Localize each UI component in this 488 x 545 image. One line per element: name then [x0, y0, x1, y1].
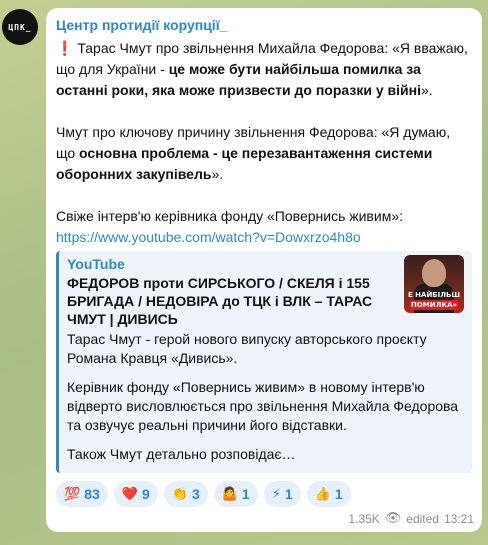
eye-icon: 👁 [384, 511, 402, 526]
paragraph-1: ❗ Тарас Чмут про звільнення Михайла Федо… [56, 40, 468, 98]
reaction-clap[interactable]: 👏 3 [163, 481, 208, 507]
reaction-thumbs-up[interactable]: 👍 1 [306, 481, 351, 507]
reaction-shrug[interactable]: 🤷 1 [213, 481, 258, 507]
message-text: ❗ Тарас Чмут про звільнення Михайла Федо… [56, 38, 472, 248]
message-meta: 1.35K 👁 edited 13:21 [348, 511, 474, 526]
message-time: 13:21 [443, 511, 474, 526]
exclamation-icon: ❗ [56, 40, 74, 56]
reaction-lightning[interactable]: ⚡ 1 [263, 481, 301, 507]
preview-title: ФЕДОРОВ проти СИРСЬКОГО / СКЕЛЯ і 155 БР… [67, 275, 373, 327]
paragraph-2: Чмут про ключову причину звільнення Федо… [56, 124, 451, 182]
hundred-icon: 💯 [64, 486, 81, 502]
channel-avatar[interactable]: ЦПК_ [2, 9, 38, 45]
clap-icon: 👏 [171, 486, 188, 502]
preview-description-1: Тарас Чмут - герой нового випуску авторс… [67, 331, 427, 366]
edited-label: edited [406, 511, 439, 526]
paragraph-3: Свіже інтерв'ю керівника фонду «Повернис… [56, 208, 403, 224]
thumbnail-caption-1: Е НАЙБІЛЬШ [407, 291, 461, 299]
heart-icon: ❤️ [121, 486, 138, 502]
channel-name[interactable]: Центр протидії корупції_ [56, 16, 472, 38]
thumbs-up-icon: 👍 [314, 486, 331, 502]
link-preview[interactable]: YouTube ФЕДОРОВ проти СИРСЬКОГО / СКЕЛЯ … [56, 251, 472, 473]
reactions-bar: 💯 83 ❤️ 9 👏 3 🤷 1 ⚡ 1 👍 1 [56, 481, 472, 507]
preview-description-3: Також Чмут детально розповідає… [67, 446, 296, 462]
reaction-heart[interactable]: ❤️ 9 [113, 481, 158, 507]
lightning-icon: ⚡ [271, 486, 281, 502]
thumbnail-caption-2: ПОМИЛКА» [410, 300, 458, 310]
message-bubble[interactable]: Центр протидії корупції_ ❗ Тарас Чмут пр… [46, 8, 482, 532]
avatar-label: ЦПК_ [8, 22, 32, 32]
shrug-icon: 🤷 [221, 486, 238, 502]
preview-thumbnail[interactable]: Е НАЙБІЛЬШ ПОМИЛКА» [404, 255, 464, 313]
view-count: 1.35K [348, 511, 380, 526]
preview-description-2: Керівник фонду «Повернись живим» в новом… [67, 379, 459, 433]
reaction-hundred[interactable]: 💯 83 [56, 481, 108, 507]
youtube-link[interactable]: https://www.youtube.com/watch?v=Dowxrzo4… [56, 227, 472, 248]
